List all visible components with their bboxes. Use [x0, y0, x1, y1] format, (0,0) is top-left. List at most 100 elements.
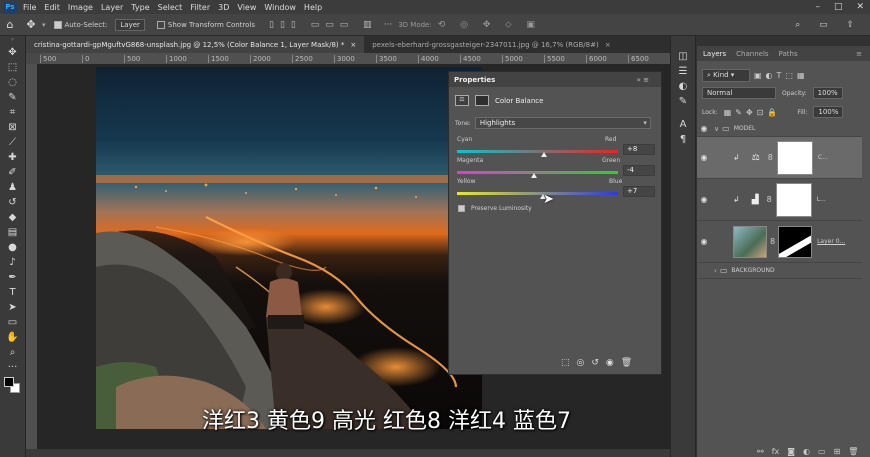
frame-tool-icon[interactable]: ⊠	[6, 121, 20, 134]
eraser-tool-icon[interactable]: ◆	[6, 211, 20, 224]
brush-panel-icon[interactable]: ✎	[676, 95, 690, 108]
search-workspace-icons[interactable]: ⌕ ▭ ⇪	[795, 20, 862, 30]
auto-select-checkbox[interactable]	[53, 20, 62, 29]
view-previous-icon[interactable]: ◎	[577, 358, 585, 368]
link-layers-icon[interactable]: ⚯	[757, 447, 764, 456]
menu-edit[interactable]: Edit	[44, 3, 60, 12]
tab-layers[interactable]: Layers	[703, 50, 726, 58]
visibility-eye-icon[interactable]: ◉	[697, 124, 711, 133]
trash-icon[interactable]: 🗑	[848, 447, 858, 456]
align-icons[interactable]: ▯▯▯ ▭▭▭ ▥	[269, 20, 378, 30]
slider-track[interactable]	[457, 150, 618, 153]
fx-icon[interactable]: fx	[772, 447, 780, 456]
menu-type[interactable]: Type	[131, 3, 149, 12]
tab-channels[interactable]: Channels	[736, 50, 768, 58]
move-tool-icon[interactable]: ✥	[20, 18, 42, 31]
close-button[interactable]: ✕	[856, 2, 864, 12]
slider-track[interactable]	[457, 192, 618, 195]
healing-tool-icon[interactable]: ✚	[6, 151, 20, 164]
layer-mask-thumbnail[interactable]	[775, 182, 812, 217]
menu-select[interactable]: Select	[158, 3, 183, 12]
chevron-down-icon[interactable]: ▾	[42, 21, 46, 29]
new-layer-icon[interactable]: ⊞	[834, 447, 841, 456]
properties-panel-icon[interactable]: ☰	[676, 65, 690, 78]
3d-mode-icons[interactable]: ⟲ ◎ ✥ ⬦ ▣	[438, 20, 541, 30]
panel-menu-icon[interactable]: ≡	[856, 50, 862, 58]
filter-kind-dropdown[interactable]: ⌕ Kind ▾	[702, 69, 750, 82]
quick-select-tool-icon[interactable]: ✎	[6, 91, 20, 104]
slider-value[interactable]: +8	[623, 144, 655, 155]
layer-group-model[interactable]: ◉ ∨ ▭ MODEL	[697, 121, 862, 137]
maximize-button[interactable]: □	[834, 2, 843, 12]
menu-view[interactable]: View	[237, 3, 256, 12]
hand-tool-icon[interactable]: ✋	[6, 331, 20, 344]
slider-value[interactable]: +7	[623, 186, 655, 197]
stamp-tool-icon[interactable]: ♟	[6, 181, 20, 194]
tab-document-1[interactable]: cristina-gottardi-gpMguftvG868-unsplash.…	[26, 36, 365, 53]
canvas-image[interactable]	[96, 67, 482, 429]
preserve-luminosity-checkbox[interactable]	[458, 205, 465, 212]
visibility-eye-icon[interactable]: ◉	[697, 153, 711, 162]
filter-icons[interactable]: ▣◐T⬚▦	[754, 71, 809, 80]
rectangle-tool-icon[interactable]: ▭	[6, 316, 20, 329]
move-tool-icon[interactable]: ✥	[6, 46, 20, 59]
menu-filter[interactable]: Filter	[190, 3, 210, 12]
layer-color-balance[interactable]: ◉ ↲ ⚖ 8 C...	[697, 137, 862, 179]
gradient-tool-icon[interactable]: ▤	[6, 226, 20, 239]
character-panel-icon[interactable]: A	[676, 118, 690, 131]
minimize-button[interactable]: –	[815, 2, 820, 12]
paragraph-panel-icon[interactable]: ¶	[676, 133, 690, 146]
visibility-eye-icon[interactable]: ◉	[697, 237, 711, 246]
layer-levels[interactable]: ◉ ↲ ▟ 8 L...	[697, 179, 862, 221]
layer-mask-icon[interactable]	[475, 95, 489, 106]
lock-icons[interactable]: ▦✎✥⊡🔒	[724, 108, 782, 117]
menu-3d[interactable]: 3D	[218, 3, 229, 12]
tab-document-2[interactable]: pexels-eberhard-grossgasteiger-2347011.j…	[364, 36, 619, 53]
more-tools-icon[interactable]: ···	[6, 361, 20, 374]
crop-tool-icon[interactable]: ⌗	[6, 106, 20, 119]
menu-layer[interactable]: Layer	[101, 3, 123, 12]
chevron-down-icon[interactable]: ∨	[714, 125, 719, 133]
toolbar-collapse-icon[interactable]: »	[0, 36, 25, 44]
layer-mask-thumbnail[interactable]	[778, 225, 813, 258]
reset-icon[interactable]: ↺	[591, 358, 599, 368]
show-transform-checkbox[interactable]	[156, 20, 165, 29]
auto-select-target-dropdown[interactable]: Layer	[115, 18, 145, 31]
trash-icon[interactable]: 🗑	[621, 358, 632, 368]
layer-group-background[interactable]: › ▭ BACKGROUND	[697, 263, 862, 279]
lasso-tool-icon[interactable]: ◌	[6, 76, 20, 89]
menu-window[interactable]: Window	[264, 3, 296, 12]
type-tool-icon[interactable]: T	[6, 286, 20, 299]
layer-mask-thumbnail[interactable]	[776, 140, 813, 175]
brush-tool-icon[interactable]: ✐	[6, 166, 20, 179]
eyedropper-tool-icon[interactable]: ⟋	[6, 136, 20, 149]
tab-paths[interactable]: Paths	[779, 50, 798, 58]
blur-tool-icon[interactable]: ●	[6, 241, 20, 254]
chevron-right-icon[interactable]: ›	[714, 267, 717, 275]
slider-track[interactable]	[457, 171, 618, 174]
adjustment-layer-icon[interactable]: ◐	[803, 447, 810, 456]
visibility-icon[interactable]: ◉	[606, 358, 614, 368]
path-select-tool-icon[interactable]: ➤	[6, 301, 20, 314]
dodge-tool-icon[interactable]: ♪	[6, 256, 20, 269]
pen-tool-icon[interactable]: ✒	[6, 271, 20, 284]
visibility-eye-icon[interactable]: ◉	[697, 195, 711, 204]
close-icon[interactable]: ×	[605, 41, 611, 49]
add-mask-icon[interactable]: ◙	[787, 447, 795, 456]
tone-dropdown[interactable]: Highlights ▾	[474, 117, 651, 129]
more-options-icon[interactable]: ···	[384, 20, 393, 30]
zoom-tool-icon[interactable]: ⌕	[6, 346, 20, 359]
marquee-tool-icon[interactable]: ⬚	[6, 61, 20, 74]
fill-value[interactable]: 100%	[813, 106, 844, 118]
home-icon[interactable]: ⌂	[0, 18, 20, 31]
layer-thumbnail[interactable]	[733, 225, 767, 258]
history-brush-icon[interactable]: ↺	[6, 196, 20, 209]
menu-help[interactable]: Help	[304, 3, 322, 12]
history-panel-icon[interactable]: ◫	[676, 50, 690, 63]
adjustments-panel-icon[interactable]: ◐	[676, 80, 690, 93]
layer-0[interactable]: ◉ 8 Layer 0...	[697, 221, 862, 263]
menu-file[interactable]: File	[23, 3, 36, 12]
close-icon[interactable]: ×	[350, 41, 356, 49]
blend-mode-dropdown[interactable]: Normal	[702, 87, 776, 99]
color-swatches[interactable]	[3, 377, 22, 393]
